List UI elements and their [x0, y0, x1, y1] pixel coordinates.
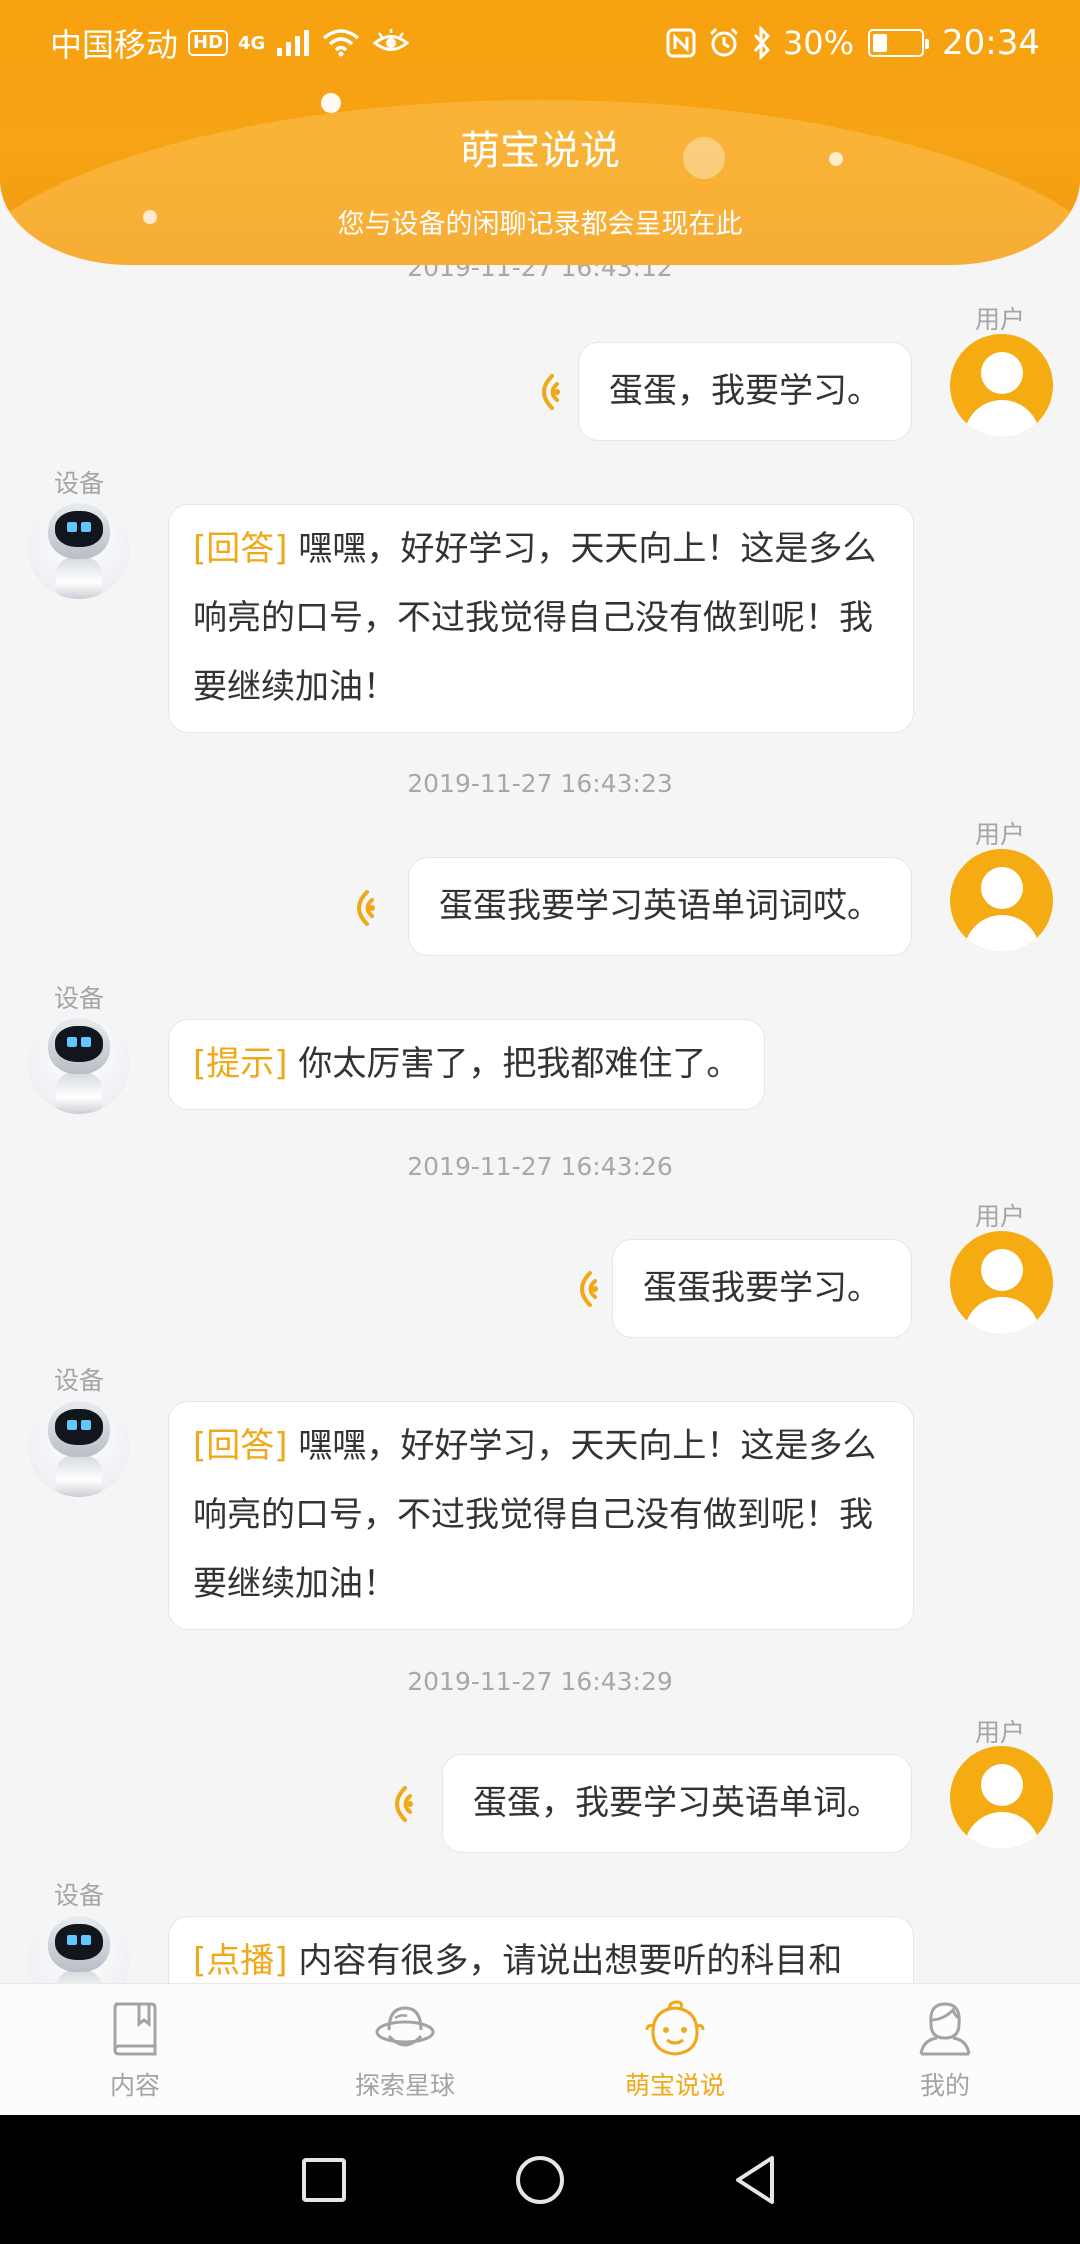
user-role-label: 用户: [974, 1718, 1025, 1747]
message-tag: [点播]: [193, 1941, 288, 1981]
clock: 20:34: [942, 23, 1040, 63]
device-robot-avatar[interactable]: [28, 1910, 130, 1983]
message-tag: [回答]: [193, 529, 288, 569]
system-navigation-bar: [0, 2115, 1080, 2244]
baby-face-icon: [645, 2000, 705, 2056]
bottom-tab-bar: 内容 探索星球 萌宝说说 我的: [0, 1983, 1080, 2115]
tab-explore-planet[interactable]: 探索星球: [270, 1984, 540, 2115]
hd-badge: HD: [188, 30, 229, 56]
user-message-bubble[interactable]: 蛋蛋我要学习。: [612, 1239, 912, 1338]
tab-label: 探索星球: [354, 2071, 455, 2100]
network-type: 4G: [238, 32, 266, 54]
device-role-label: 设备: [54, 1366, 105, 1395]
device-message-bubble[interactable]: [提示] 你太厉害了，把我都难住了。: [168, 1019, 766, 1110]
message-tag: [提示]: [193, 1044, 288, 1084]
voice-wave-icon[interactable]: [345, 888, 375, 928]
device-robot-avatar[interactable]: [28, 497, 130, 599]
recent-apps-icon[interactable]: [296, 2152, 352, 2208]
user-role-label: 用户: [974, 1202, 1025, 1231]
message-tag: [回答]: [193, 1426, 288, 1466]
planet-icon: [375, 2006, 435, 2047]
eye-comfort-icon: [372, 29, 410, 51]
user-avatar[interactable]: [950, 849, 1053, 952]
device-message-text: 你太厉害了，把我都难住了。: [298, 1044, 741, 1084]
voice-wave-icon[interactable]: [530, 372, 560, 412]
user-role-label: 用户: [974, 820, 1025, 849]
device-role-label: 设备: [54, 469, 105, 498]
device-role-label: 设备: [54, 984, 105, 1013]
user-avatar[interactable]: [950, 334, 1053, 437]
voice-wave-icon[interactable]: [383, 1784, 413, 1824]
status-bar: 中国移动 HD 4G 30% 20:34: [0, 0, 1080, 86]
page-title: 萌宝说说: [460, 128, 620, 174]
device-message-text: 内容有很多，请说出想要听的科目和: [298, 1941, 843, 1981]
user-message-bubble[interactable]: 蛋蛋我要学习英语单词词哎。: [408, 857, 912, 956]
message-timestamp: 2019-11-27 16:43:26: [407, 1152, 673, 1181]
decor-dot: [321, 93, 341, 113]
user-message-bubble[interactable]: 蛋蛋，我要学习。: [578, 342, 912, 441]
tab-label: 我的: [919, 2071, 970, 2100]
user-avatar[interactable]: [950, 1231, 1053, 1334]
user-role-label: 用户: [974, 305, 1025, 334]
book-icon: [113, 2002, 157, 2056]
cell-signal-icon: [277, 30, 310, 56]
nfc-icon: [666, 28, 696, 58]
device-robot-avatar[interactable]: [28, 1395, 130, 1497]
bluetooth-icon: [753, 26, 770, 60]
battery-icon: [868, 29, 930, 57]
device-message-bubble[interactable]: [点播] 内容有很多，请说出想要听的科目和: [168, 1916, 914, 1983]
wifi-icon: [323, 29, 360, 57]
user-message-bubble[interactable]: 蛋蛋，我要学习英语单词。: [442, 1754, 912, 1853]
user-avatar[interactable]: [950, 1746, 1053, 1849]
tab-content[interactable]: 内容: [0, 1984, 270, 2115]
chat-history[interactable]: 2019-11-27 16:43:12 用户 蛋蛋，我要学习。 设备 [回答] …: [0, 0, 1080, 1983]
page-subtitle: 您与设备的闲聊记录都会呈现在此: [337, 209, 743, 240]
tab-mengbao-talk[interactable]: 萌宝说说: [540, 1984, 810, 2115]
alarm-icon: [709, 27, 738, 57]
tab-label: 内容: [109, 2071, 160, 2100]
device-message-bubble[interactable]: [回答] 嘿嘿，好好学习，天天向上！这是多么响亮的口号，不过我觉得自己没有做到呢…: [168, 1401, 914, 1630]
carrier-name: 中国移动: [50, 26, 179, 64]
message-timestamp: 2019-11-27 16:43:29: [407, 1667, 673, 1696]
device-message-text: 嘿嘿，好好学习，天天向上！这是多么响亮的口号，不过我觉得自己没有做到呢！我要继续…: [193, 1426, 877, 1604]
app-screen: 2019-11-27 16:43:12 用户 蛋蛋，我要学习。 设备 [回答] …: [0, 0, 1080, 2244]
device-message-text: 嘿嘿，好好学习，天天向上！这是多么响亮的口号，不过我觉得自己没有做到呢！我要继续…: [193, 529, 877, 707]
back-icon[interactable]: [728, 2152, 784, 2208]
device-message-bubble[interactable]: [回答] 嘿嘿，好好学习，天天向上！这是多么响亮的口号，不过我觉得自己没有做到呢…: [168, 504, 914, 733]
profile-icon: [919, 2002, 971, 2056]
battery-percent: 30%: [782, 24, 855, 62]
home-icon[interactable]: [512, 2152, 568, 2208]
app-header: 中国移动 HD 4G 30% 20:34 萌宝说说 您与设备的闲聊记录都会呈现在…: [0, 0, 1080, 265]
tab-label: 萌宝说说: [624, 2071, 725, 2100]
voice-wave-icon[interactable]: [568, 1269, 598, 1309]
device-robot-avatar[interactable]: [28, 1012, 130, 1114]
message-timestamp: 2019-11-27 16:43:23: [407, 769, 673, 798]
tab-mine[interactable]: 我的: [810, 1984, 1080, 2115]
device-role-label: 设备: [54, 1881, 105, 1910]
